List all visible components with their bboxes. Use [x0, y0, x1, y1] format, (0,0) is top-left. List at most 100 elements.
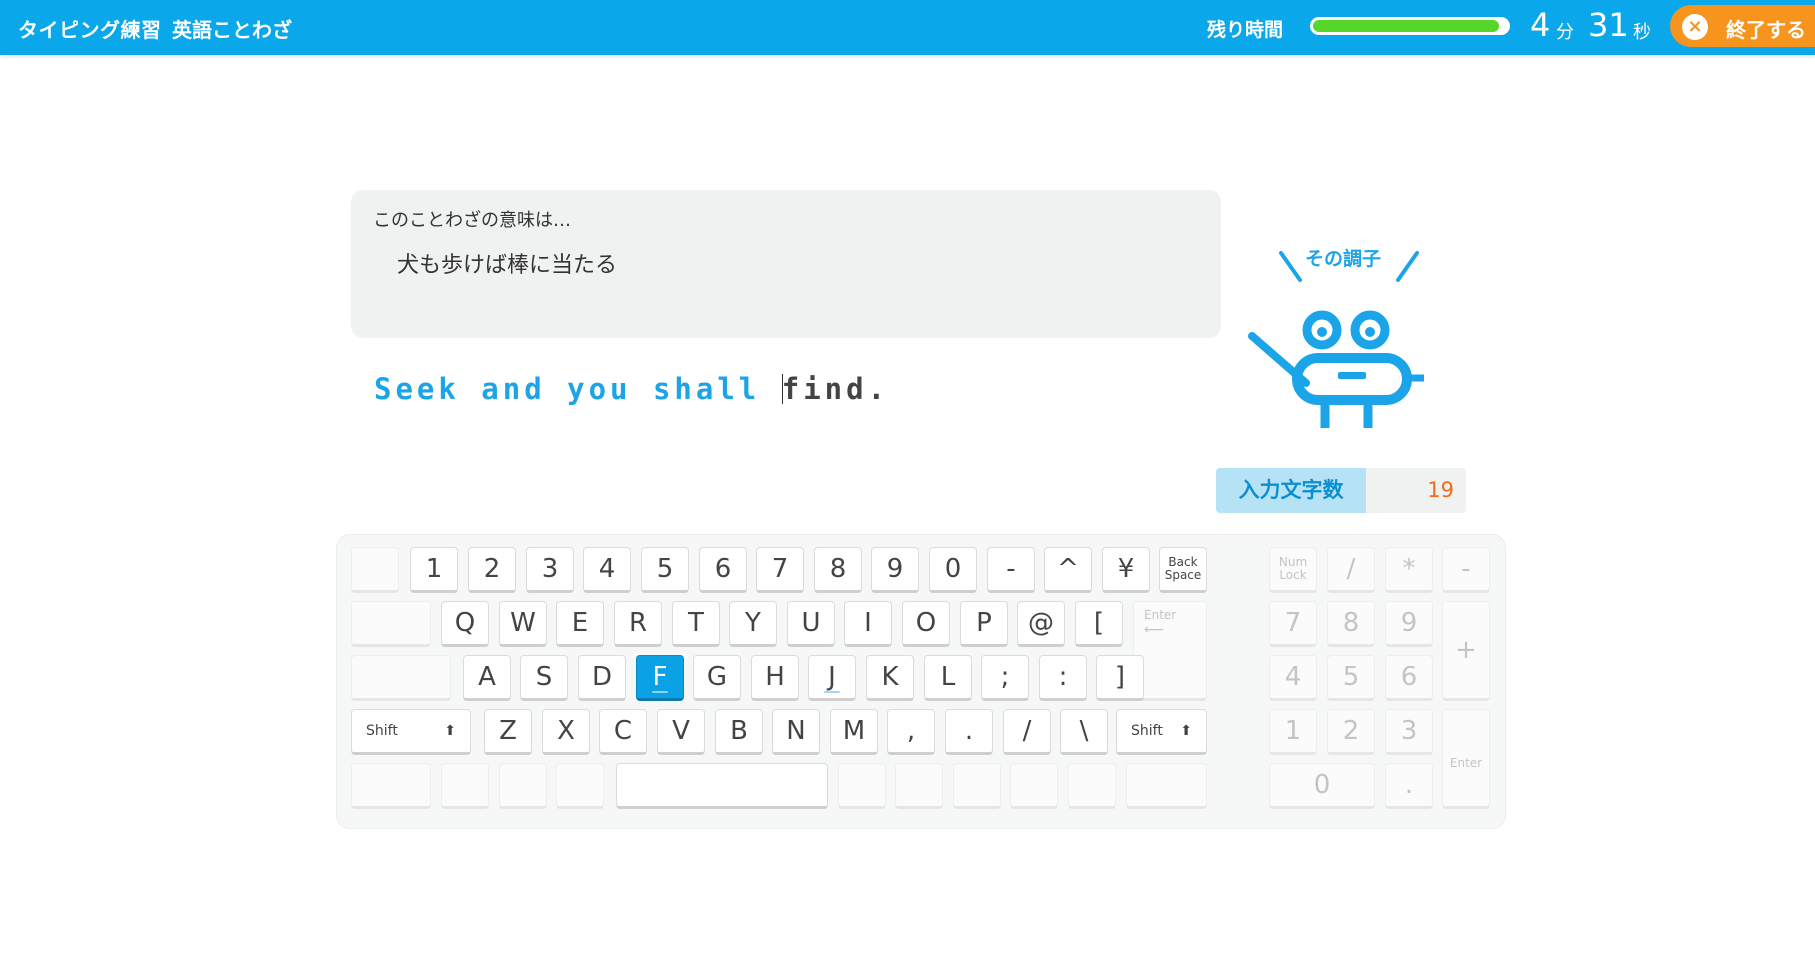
key-num-8[interactable]: 8	[1327, 601, 1375, 647]
key-win[interactable]	[499, 763, 547, 809]
key-ctrl[interactable]	[351, 763, 431, 809]
key-m[interactable]: M	[830, 709, 878, 755]
key-hankaku[interactable]	[351, 547, 399, 593]
key-num-plus[interactable]: +	[1442, 601, 1490, 701]
key-b[interactable]: B	[715, 709, 763, 755]
key-v[interactable]: V	[657, 709, 705, 755]
key-caret[interactable]: ^	[1044, 547, 1092, 593]
key-num-7[interactable]: 7	[1269, 601, 1317, 647]
key-a[interactable]: A	[463, 655, 511, 701]
key-4[interactable]: 4	[583, 547, 631, 593]
key-num-minus[interactable]: -	[1442, 547, 1490, 593]
end-button[interactable]: × 終了する	[1670, 5, 1815, 47]
key-l[interactable]: L	[924, 655, 972, 701]
char-count-value: 19	[1427, 478, 1454, 502]
key-numlock[interactable]: Num Lock	[1269, 547, 1317, 593]
key-c[interactable]: C	[599, 709, 647, 755]
key-num-9[interactable]: 9	[1385, 601, 1433, 647]
key-num-slash[interactable]: /	[1327, 547, 1375, 593]
key-8[interactable]: 8	[814, 547, 862, 593]
key-shift-right[interactable]: Shift ⬆	[1116, 709, 1207, 755]
key-slash[interactable]: /	[1003, 709, 1051, 755]
key-num-dot[interactable]: .	[1385, 763, 1433, 809]
key-bracket-left[interactable]: [	[1075, 601, 1123, 647]
key-num-4[interactable]: 4	[1269, 655, 1317, 701]
key-o[interactable]: O	[902, 601, 950, 647]
key-num-0[interactable]: 0	[1269, 763, 1375, 809]
end-button-label: 終了する	[1726, 18, 1806, 42]
key-tab[interactable]	[351, 601, 431, 647]
key-g[interactable]: G	[693, 655, 741, 701]
key-num-5[interactable]: 5	[1327, 655, 1375, 701]
key-r[interactable]: R	[614, 601, 662, 647]
key-fn[interactable]	[441, 763, 489, 809]
key-ctrl-right[interactable]	[1126, 763, 1207, 809]
time-minutes: 4	[1530, 6, 1551, 44]
key-backspace[interactable]: Back Space	[1159, 547, 1207, 593]
key-i[interactable]: I	[844, 601, 892, 647]
robot-mascot-icon	[1248, 251, 1424, 428]
key-e[interactable]: E	[556, 601, 604, 647]
key-num-1[interactable]: 1	[1269, 709, 1317, 755]
key-num-3[interactable]: 3	[1385, 709, 1433, 755]
key-kana[interactable]	[895, 763, 943, 809]
key-semicolon[interactable]: ;	[981, 655, 1029, 701]
key-h[interactable]: H	[751, 655, 799, 701]
key-j[interactable]: J	[808, 655, 856, 701]
key-comma[interactable]: ,	[887, 709, 935, 755]
time-remaining-bar-fill	[1313, 20, 1500, 32]
key-s[interactable]: S	[520, 655, 568, 701]
key-alt-right[interactable]	[953, 763, 1001, 809]
key-d[interactable]: D	[578, 655, 626, 701]
key-2[interactable]: 2	[468, 547, 516, 593]
key-fn-right[interactable]	[1068, 763, 1116, 809]
key-num-6[interactable]: 6	[1385, 655, 1433, 701]
key-yen[interactable]: ¥	[1102, 547, 1150, 593]
shift-arrow-icon: ⬆	[1180, 723, 1192, 739]
app-title[interactable]: タイピング練習	[18, 14, 162, 43]
key-u[interactable]: U	[787, 601, 835, 647]
key-minus[interactable]: -	[987, 547, 1035, 593]
key-num-asterisk[interactable]: *	[1385, 547, 1433, 593]
key-6[interactable]: 6	[699, 547, 747, 593]
key-q[interactable]: Q	[441, 601, 489, 647]
time-remaining-label: 残り時間	[1207, 19, 1284, 41]
app-header: タイピング練習 英語ことわざ 残り時間 4 分 31 秒 × 終了する	[0, 0, 1815, 55]
key-1[interactable]: 1	[410, 547, 458, 593]
key-enter[interactable]: Enter ⟵	[1133, 601, 1207, 701]
key-z[interactable]: Z	[484, 709, 532, 755]
key-backslash[interactable]: \	[1060, 709, 1108, 755]
meaning-box: このことわざの意味は… 犬も歩けば棒に当たる	[351, 190, 1221, 338]
key-7[interactable]: 7	[756, 547, 804, 593]
key-period[interactable]: .	[945, 709, 993, 755]
key-num-2[interactable]: 2	[1327, 709, 1375, 755]
key-n[interactable]: N	[772, 709, 820, 755]
time-minutes-unit: 分	[1556, 22, 1574, 43]
key-9[interactable]: 9	[871, 547, 919, 593]
key-shift-label: Shift	[1131, 723, 1163, 739]
key-0[interactable]: 0	[929, 547, 977, 593]
key-num-enter[interactable]: Enter	[1442, 709, 1490, 809]
key-menu[interactable]	[1010, 763, 1058, 809]
key-x[interactable]: X	[542, 709, 590, 755]
key-space[interactable]	[616, 763, 828, 809]
key-k[interactable]: K	[866, 655, 914, 701]
key-y[interactable]: Y	[729, 601, 777, 647]
key-alt[interactable]	[556, 763, 604, 809]
key-w[interactable]: W	[499, 601, 547, 647]
key-t[interactable]: T	[672, 601, 720, 647]
key-shift-left[interactable]: Shift ⬆	[351, 709, 471, 755]
key-p[interactable]: P	[960, 601, 1008, 647]
key-f[interactable]: F	[636, 655, 684, 701]
key-bracket-right[interactable]: ]	[1096, 655, 1144, 701]
key-3[interactable]: 3	[526, 547, 574, 593]
key-colon[interactable]: :	[1039, 655, 1087, 701]
key-caps[interactable]	[351, 655, 451, 701]
key-at[interactable]: @	[1017, 601, 1065, 647]
home-position-marker	[652, 691, 668, 693]
key-5[interactable]: 5	[641, 547, 689, 593]
home-position-marker	[824, 691, 840, 693]
key-henkan[interactable]	[838, 763, 886, 809]
close-icon: ×	[1682, 14, 1708, 40]
mode-title: 英語ことわざ	[172, 18, 292, 42]
